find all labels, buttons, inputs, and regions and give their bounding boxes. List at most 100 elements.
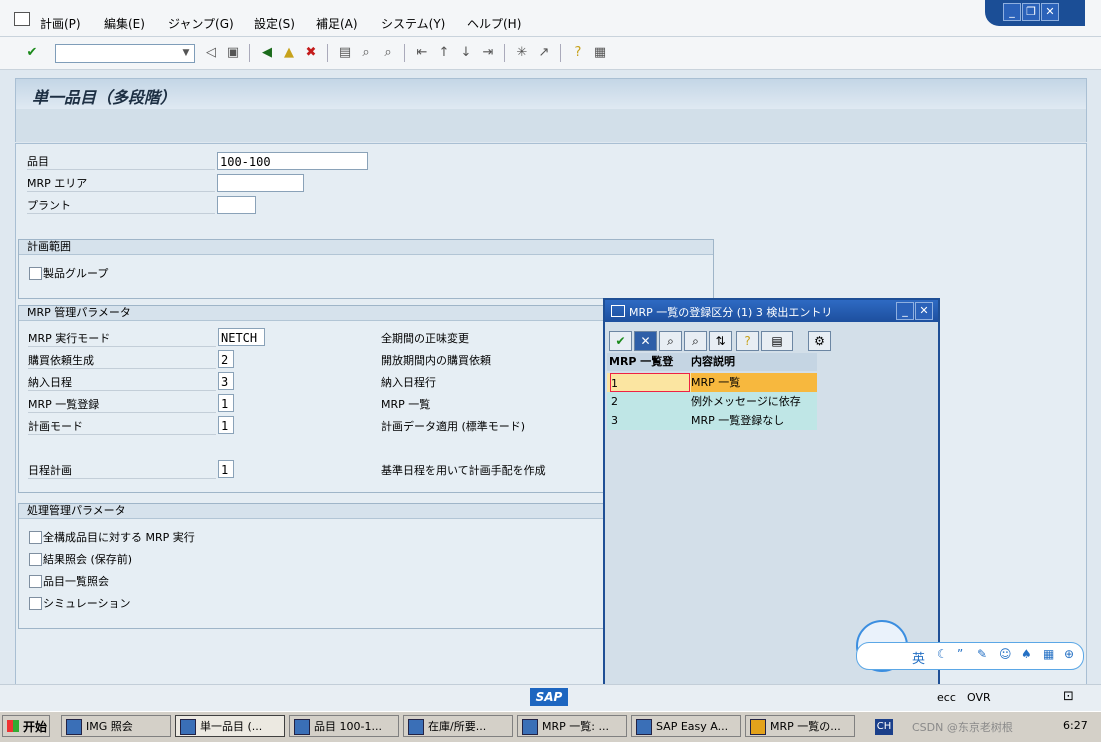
screen-title-bar: 単一品目（多段階） — [15, 78, 1087, 110]
param-input[interactable]: 1 — [218, 394, 234, 412]
help-icon[interactable]: ? — [736, 331, 759, 351]
wrench-icon[interactable]: ✎ — [977, 647, 987, 661]
group-title: MRP 管理パラメータ — [19, 306, 619, 321]
param-desc: 基準日程を用いて計画手配を作成 — [381, 464, 546, 477]
popup-row[interactable]: 2 例外メッセージに依存 — [607, 392, 817, 411]
prev-page-icon[interactable]: ↑ — [436, 45, 452, 61]
product-group-checkbox[interactable] — [29, 267, 42, 280]
command-field[interactable] — [55, 44, 195, 63]
simulation-checkbox[interactable] — [29, 597, 42, 610]
task-sap-easy-access[interactable]: SAP Easy A... — [631, 715, 741, 737]
task-material[interactable]: 品目 100-1... — [289, 715, 399, 737]
find-icon[interactable]: ⌕ — [358, 45, 374, 61]
lock-icon[interactable]: ⊕ — [1064, 647, 1074, 661]
param-input[interactable]: 1 — [218, 416, 234, 434]
back-icon[interactable]: ◀ — [259, 45, 275, 61]
cancel-icon[interactable]: ✕ — [634, 331, 657, 351]
param-label: MRP 一覧登録 — [28, 396, 216, 413]
menu-plan[interactable]: 計画(P) — [40, 15, 81, 32]
popup-system-icon[interactable] — [611, 305, 625, 317]
param-label: 計画モード — [28, 418, 216, 435]
mrp-params-group: MRP 管理パラメータ MRP 実行モード NETCH 全期間の正味変更 購買依… — [18, 305, 620, 493]
print-icon[interactable]: ▤ — [337, 45, 353, 61]
smile-icon[interactable]: ☺ — [999, 647, 1012, 661]
system-menu-icon[interactable] — [14, 12, 30, 26]
moon-icon[interactable]: ☾ — [937, 647, 948, 661]
ime-mode-label[interactable]: 英 — [912, 648, 925, 667]
grid-icon[interactable]: ▦ — [1043, 647, 1054, 661]
enter-icon[interactable]: ✔ — [24, 45, 40, 61]
param-input[interactable]: 2 — [218, 350, 234, 368]
task-label: 品目 100-1... — [314, 720, 382, 733]
find-next-icon[interactable]: ⌕ — [684, 331, 707, 351]
system-id: ecc — [937, 691, 956, 704]
cancel-icon[interactable]: ✖ — [303, 45, 319, 61]
material-list-checkbox[interactable] — [29, 575, 42, 588]
col-desc-header: 内容説明 — [691, 355, 735, 368]
sap-popup-icon — [750, 719, 766, 735]
clock: 6:27 — [1063, 719, 1088, 732]
plant-input[interactable] — [217, 196, 256, 214]
menu-help[interactable]: ヘルプ(H) — [467, 15, 521, 32]
punctuation-icon[interactable]: ” — [957, 647, 963, 661]
settings-icon[interactable]: ⚙ — [808, 331, 831, 351]
param-label: 購買依頼生成 — [28, 352, 216, 369]
mrp-area-input[interactable] — [217, 174, 304, 192]
chevron-down-icon[interactable]: ▼ — [178, 45, 194, 61]
find-next-icon[interactable]: ⌕ — [380, 45, 396, 61]
task-single-material[interactable]: 単一品目 (... — [175, 715, 285, 737]
new-session-icon[interactable]: ✳ — [514, 45, 530, 61]
col-key-header: MRP 一覧登 — [609, 355, 674, 368]
popup-close-button[interactable]: ✕ — [915, 302, 933, 320]
sap-logo: SAP — [530, 688, 568, 706]
popup-row-selected[interactable]: 1 MRP 一覧 — [607, 373, 817, 392]
help-icon[interactable]: ? — [570, 45, 586, 61]
task-mrp-popup[interactable]: MRP 一覧の... — [745, 715, 855, 737]
result-display-checkbox[interactable] — [29, 553, 42, 566]
back-arrow-icon[interactable]: ◁ — [203, 45, 219, 61]
param-desc: 納入日程行 — [381, 376, 436, 389]
menu-edit[interactable]: 編集(E) — [104, 15, 145, 32]
save-icon[interactable]: ▣ — [225, 45, 241, 61]
param-input[interactable]: NETCH — [218, 328, 265, 346]
shortcut-icon[interactable]: ↗ — [536, 45, 552, 61]
product-group-label: 製品グループ — [43, 267, 109, 280]
task-stock[interactable]: 在庫/所要... — [403, 715, 513, 737]
last-page-icon[interactable]: ⇥ — [480, 45, 496, 61]
start-button[interactable]: 开始 — [2, 715, 50, 737]
print-icon[interactable]: ▤ — [761, 331, 793, 351]
input-mode[interactable]: OVR — [967, 691, 991, 704]
popup-header-row: MRP 一覧登 内容説明 — [607, 353, 817, 371]
menu-supplement[interactable]: 補足(A) — [316, 15, 358, 32]
menu-jump[interactable]: ジャンプ(G) — [168, 15, 234, 32]
next-page-icon[interactable]: ↓ — [458, 45, 474, 61]
material-input[interactable]: 100-100 — [217, 152, 368, 170]
find-icon[interactable]: ⌕ — [659, 331, 682, 351]
restore-button[interactable]: ❐ — [1022, 3, 1040, 21]
task-mrp-list[interactable]: MRP 一覧: ... — [517, 715, 627, 737]
row-key: 2 — [611, 395, 618, 408]
param-desc: 開放期間内の購買依頼 — [381, 354, 491, 367]
shirt-icon[interactable]: ♠ — [1021, 647, 1032, 661]
group-title: 計画範囲 — [19, 240, 713, 255]
watermark: CSDN @东京老树根 — [912, 721, 1013, 734]
task-label: MRP 一覧: ... — [542, 720, 609, 733]
param-input[interactable]: 1 — [218, 460, 234, 478]
param-input[interactable]: 3 — [218, 372, 234, 390]
sap-window-icon — [66, 719, 82, 735]
menu-system[interactable]: システム(Y) — [381, 15, 445, 32]
first-page-icon[interactable]: ⇤ — [414, 45, 430, 61]
all-components-checkbox[interactable] — [29, 531, 42, 544]
popup-title: MRP 一覧の登録区分 (1) 3 検出エントリ — [629, 306, 833, 319]
popup-minimize-button[interactable]: _ — [896, 302, 914, 320]
exit-icon[interactable]: ▲ — [281, 45, 297, 61]
minimize-button[interactable]: _ — [1003, 3, 1021, 21]
popup-row[interactable]: 3 MRP 一覧登録なし — [607, 411, 817, 430]
sort-icon[interactable]: ⇅ — [709, 331, 732, 351]
task-img[interactable]: IMG 照会 — [61, 715, 171, 737]
menu-settings[interactable]: 設定(S) — [254, 15, 295, 32]
layout-icon[interactable]: ▦ — [592, 45, 608, 61]
close-button[interactable]: ✕ — [1041, 3, 1059, 21]
language-indicator[interactable]: CH — [875, 719, 893, 735]
confirm-icon[interactable]: ✔ — [609, 331, 632, 351]
